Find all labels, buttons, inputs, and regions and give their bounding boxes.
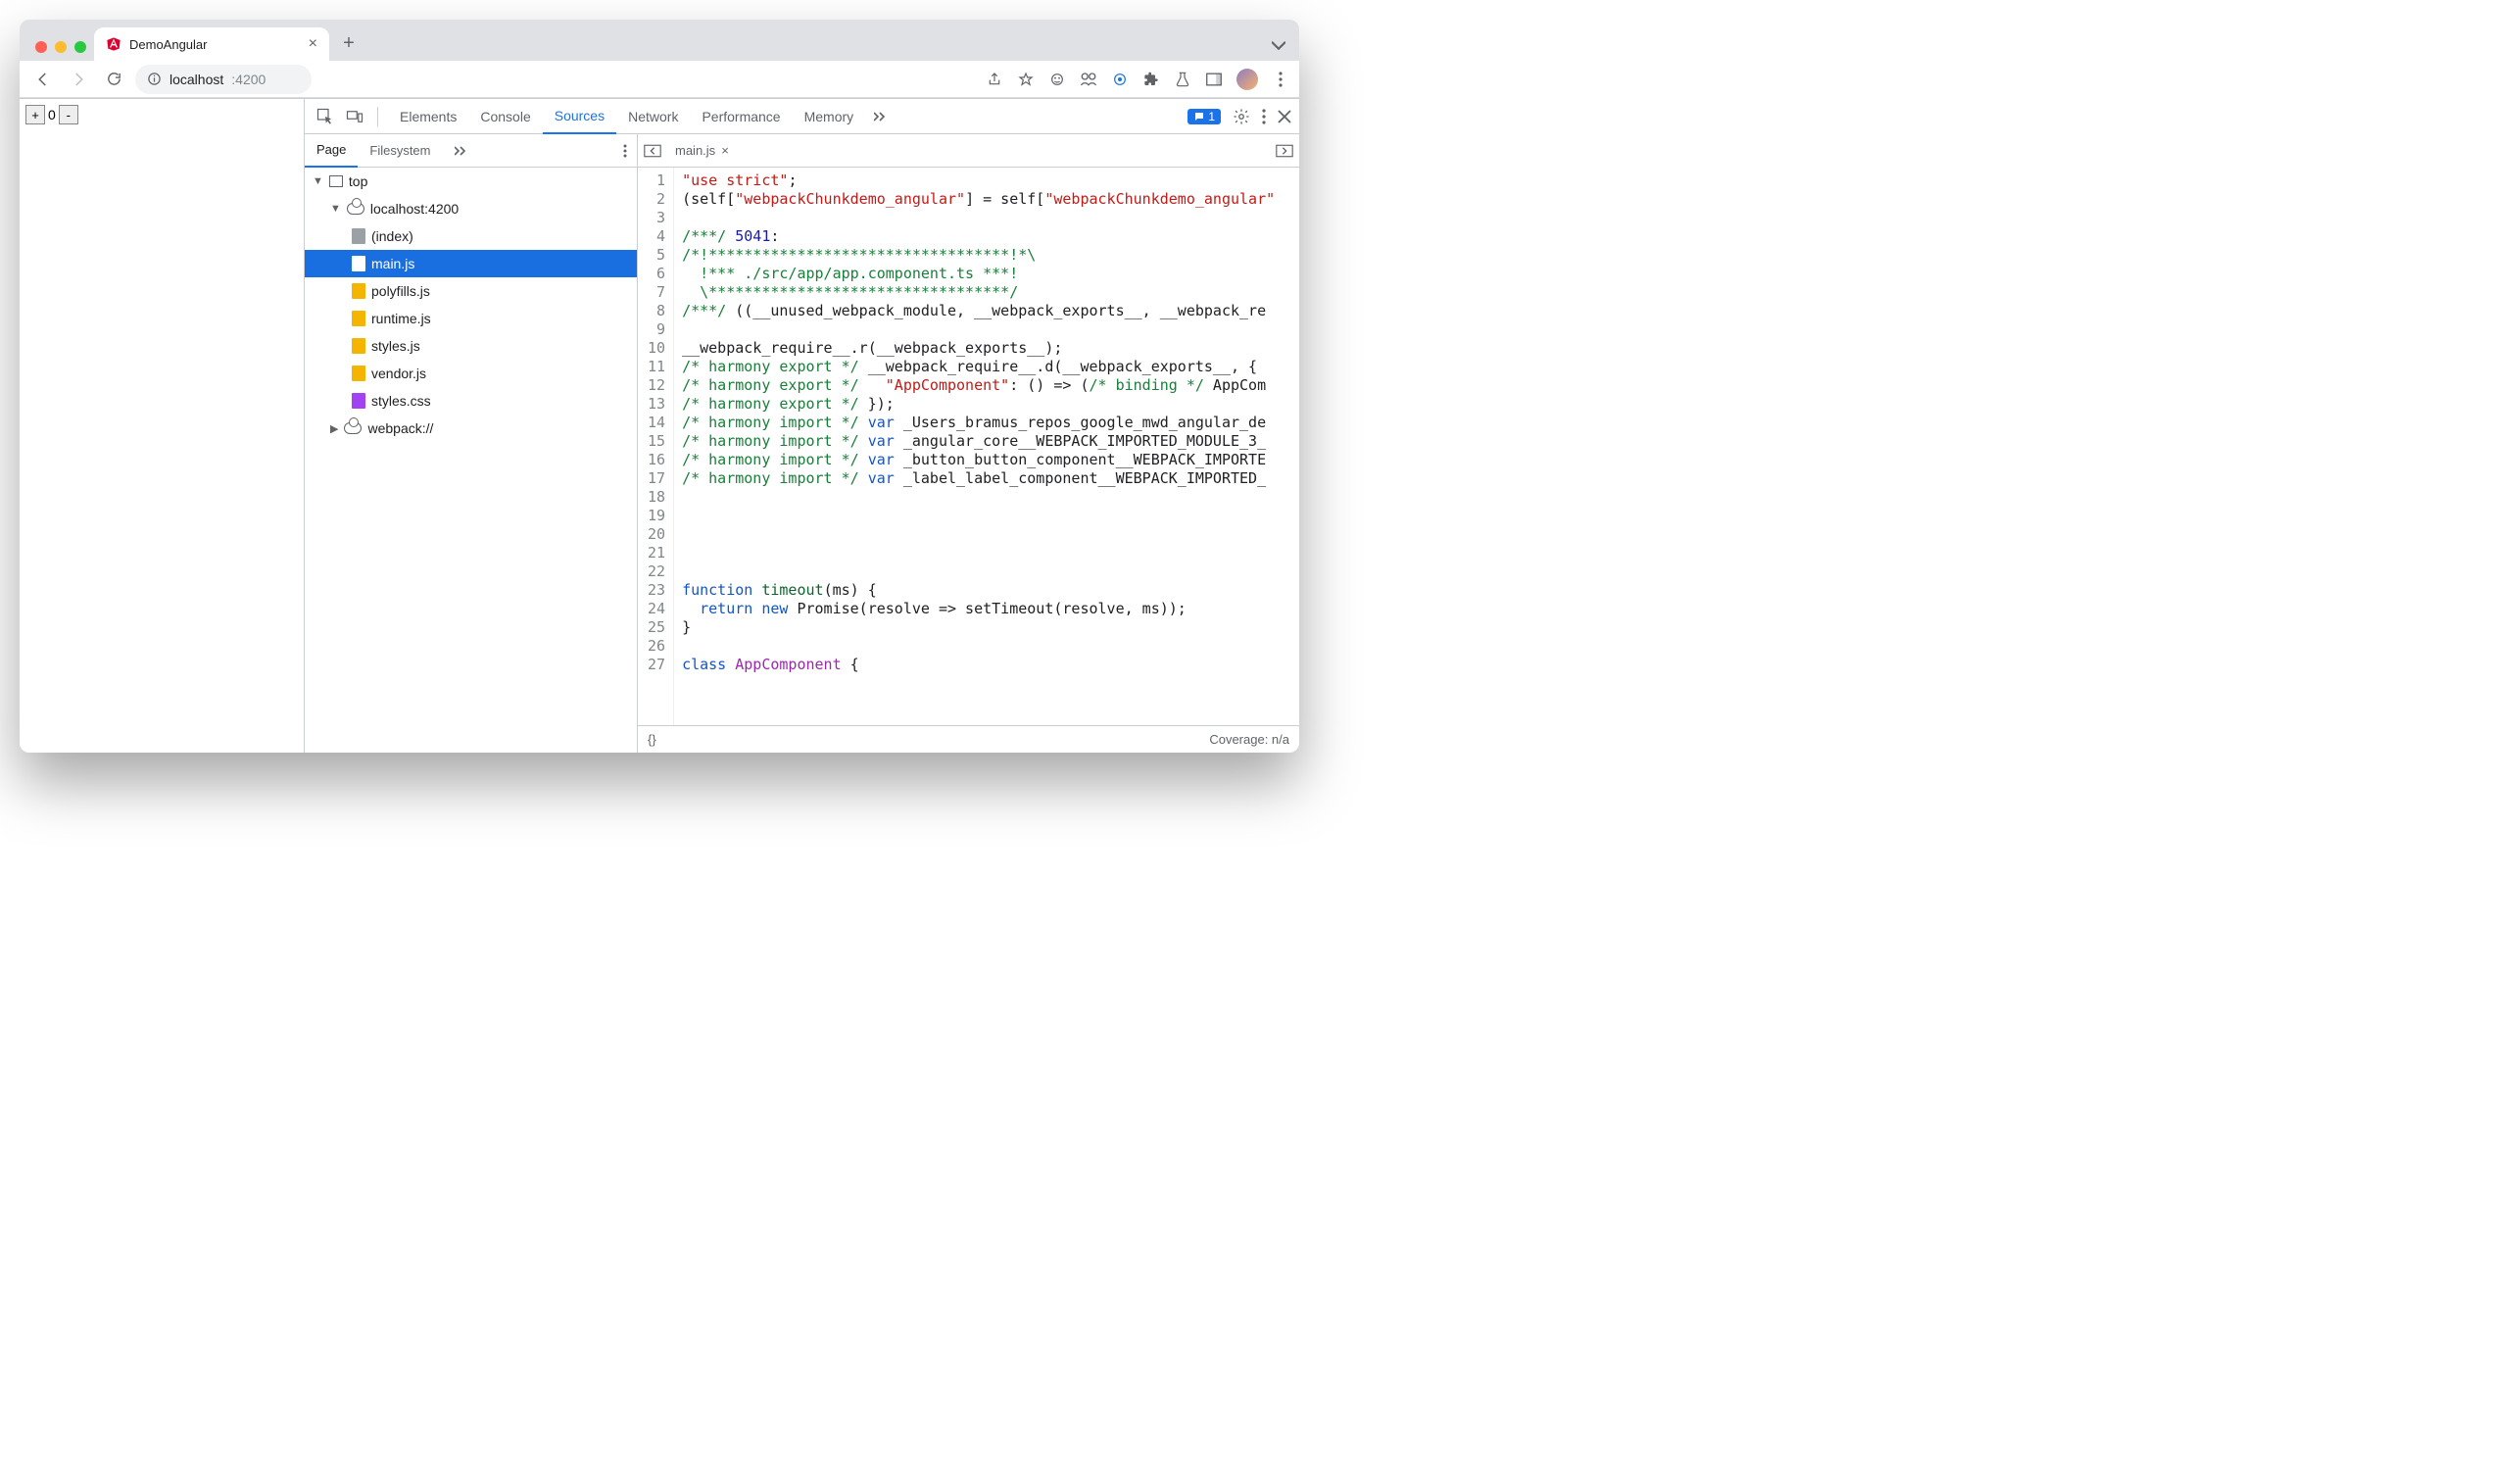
tree-file-label: vendor.js xyxy=(371,366,426,381)
js-file-icon xyxy=(352,283,365,299)
navigator-tab-page[interactable]: Page xyxy=(305,134,358,168)
new-tab-button[interactable]: + xyxy=(335,29,363,57)
back-button[interactable] xyxy=(29,66,57,93)
tree-file[interactable]: polyfills.js xyxy=(305,277,637,305)
tree-file-label: styles.js xyxy=(371,338,420,354)
address-bar[interactable]: localhost :4200 xyxy=(135,65,312,94)
tab-strip: DemoAngular × + xyxy=(20,20,1299,61)
devtools-tab-console[interactable]: Console xyxy=(468,99,542,134)
js-file-icon xyxy=(352,366,365,381)
devtools-settings-icon[interactable] xyxy=(1233,108,1250,125)
tree-file-label: styles.css xyxy=(371,393,431,409)
browser-window: DemoAngular × + localhost :4200 xyxy=(20,20,1299,753)
tree-webpack-label: webpack:// xyxy=(367,420,433,436)
extension-icon-2[interactable] xyxy=(1080,71,1097,88)
cloud-icon xyxy=(344,422,362,434)
cloud-icon xyxy=(347,203,364,215)
sources-editor: main.js × 123456789101112131415161718192… xyxy=(638,134,1299,753)
browser-tab[interactable]: DemoAngular × xyxy=(94,27,329,61)
devtools-toolbar: ElementsConsoleSourcesNetworkPerformance… xyxy=(305,99,1299,134)
devtools-tab-sources[interactable]: Sources xyxy=(543,99,616,134)
devtools-tab-network[interactable]: Network xyxy=(616,99,690,134)
info-icon xyxy=(147,72,162,86)
close-file-icon[interactable]: × xyxy=(721,143,729,158)
extensions-puzzle-icon[interactable] xyxy=(1142,71,1160,88)
labs-flask-icon[interactable] xyxy=(1174,71,1191,88)
toolbar-actions xyxy=(986,69,1289,90)
url-host: localhost xyxy=(170,72,223,87)
navigator-more-icon[interactable] xyxy=(443,134,482,168)
devtools-tab-memory[interactable]: Memory xyxy=(793,99,866,134)
issues-badge[interactable]: 1 xyxy=(1187,109,1221,124)
decrement-button[interactable]: - xyxy=(59,105,78,124)
file-tree: ▼ top ▼ localhost:4200 (index) main.js pol… xyxy=(305,168,637,753)
editor-file-tab[interactable]: main.js × xyxy=(667,143,737,158)
tab-title: DemoAngular xyxy=(129,37,208,52)
devtools-tab-elements[interactable]: Elements xyxy=(388,99,468,134)
url-port: :4200 xyxy=(231,72,266,87)
browser-toolbar: localhost :4200 xyxy=(20,61,1299,98)
frame-icon xyxy=(329,175,343,187)
devtools-panel: ElementsConsoleSourcesNetworkPerformance… xyxy=(304,99,1299,753)
forward-button[interactable] xyxy=(65,66,92,93)
profile-avatar[interactable] xyxy=(1236,69,1258,90)
rendered-page: + 0 - xyxy=(20,99,304,753)
js-file-icon xyxy=(352,256,365,271)
code-editor[interactable]: 1234567891011121314151617181920212223242… xyxy=(638,168,1299,725)
sources-navigator: PageFilesystem ▼ top ▼ localhost:4200 xyxy=(305,134,638,753)
tree-origin[interactable]: ▼ localhost:4200 xyxy=(305,195,637,222)
tree-file-label: (index) xyxy=(371,228,413,244)
tree-file-label: polyfills.js xyxy=(371,283,430,299)
pretty-print-button[interactable]: {} xyxy=(648,732,656,747)
tree-file[interactable]: main.js xyxy=(305,250,637,277)
device-toggle-icon[interactable] xyxy=(342,108,367,125)
close-window-button[interactable] xyxy=(35,41,47,53)
js-file-icon xyxy=(352,311,365,326)
tree-file-label: runtime.js xyxy=(371,311,431,326)
minimize-window-button[interactable] xyxy=(55,41,67,53)
devtools-tab-performance[interactable]: Performance xyxy=(690,99,792,134)
share-icon[interactable] xyxy=(986,71,1003,88)
window-controls xyxy=(31,41,94,61)
extension-icon-3[interactable] xyxy=(1111,71,1129,88)
tree-file[interactable]: styles.js xyxy=(305,332,637,360)
coverage-status: Coverage: n/a xyxy=(1209,732,1289,747)
devtools-more-panels-icon[interactable] xyxy=(869,112,895,122)
tree-file-label: main.js xyxy=(371,256,414,271)
tree-top-label: top xyxy=(349,173,367,189)
browser-menu-icon[interactable] xyxy=(1272,71,1289,88)
tree-file[interactable]: vendor.js xyxy=(305,360,637,387)
issues-count: 1 xyxy=(1208,110,1215,123)
close-tab-button[interactable]: × xyxy=(309,35,317,53)
toggle-navigator-icon[interactable] xyxy=(644,144,661,158)
tree-webpack[interactable]: ▶ webpack:// xyxy=(305,415,637,442)
tree-frame-top[interactable]: ▼ top xyxy=(305,168,637,195)
tree-file[interactable]: runtime.js xyxy=(305,305,637,332)
editor-file-name: main.js xyxy=(675,143,715,158)
document-file-icon xyxy=(352,228,365,244)
maximize-window-button[interactable] xyxy=(74,41,86,53)
devtools-close-icon[interactable] xyxy=(1278,110,1291,123)
tree-file[interactable]: styles.css xyxy=(305,387,637,415)
reload-button[interactable] xyxy=(100,66,127,93)
devtools-menu-icon[interactable] xyxy=(1262,109,1266,124)
inspect-element-icon[interactable] xyxy=(313,108,338,125)
counter-value: 0 xyxy=(48,107,56,122)
tab-list-dropdown[interactable] xyxy=(1272,39,1285,53)
js-file-icon xyxy=(352,338,365,354)
side-panel-icon[interactable] xyxy=(1205,71,1223,88)
css-file-icon xyxy=(352,393,365,409)
navigator-tab-filesystem[interactable]: Filesystem xyxy=(358,134,442,168)
tree-origin-label: localhost:4200 xyxy=(370,201,459,217)
tree-file[interactable]: (index) xyxy=(305,222,637,250)
extension-icon-1[interactable] xyxy=(1048,71,1066,88)
angular-icon xyxy=(106,36,121,52)
increment-button[interactable]: + xyxy=(25,105,45,124)
navigator-menu-icon[interactable] xyxy=(613,144,637,158)
toggle-debugger-icon[interactable] xyxy=(1276,144,1293,158)
bookmark-star-icon[interactable] xyxy=(1017,71,1035,88)
content-area: + 0 - ElementsConsoleSourcesNetworkPerfo… xyxy=(20,98,1299,753)
